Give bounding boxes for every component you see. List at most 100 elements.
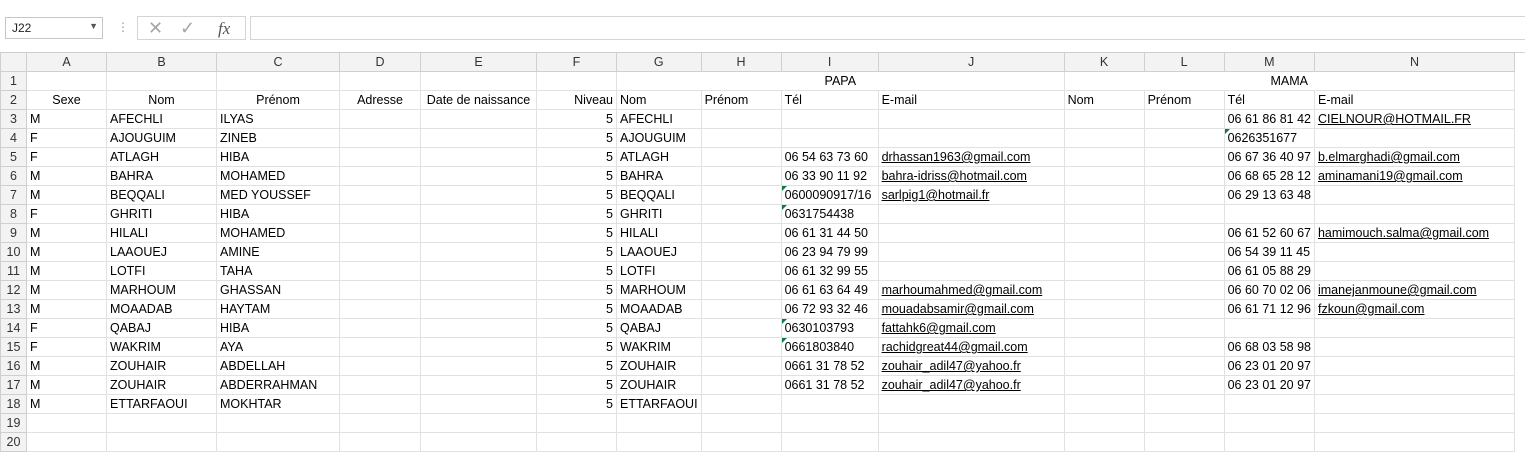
- cell[interactable]: [339, 375, 421, 395]
- cell[interactable]: [877, 394, 1065, 414]
- cell[interactable]: [1223, 394, 1315, 414]
- column-header[interactable]: M: [1223, 52, 1315, 72]
- header-cell[interactable]: Nom: [1063, 90, 1145, 110]
- insert-function-icon[interactable]: fx: [218, 19, 230, 39]
- cell[interactable]: 5: [536, 109, 617, 129]
- cell[interactable]: AMINE: [216, 242, 340, 262]
- cell[interactable]: LAAOUEJ: [616, 242, 702, 262]
- cell[interactable]: [700, 109, 782, 129]
- cell[interactable]: [106, 413, 217, 433]
- cell[interactable]: 06 61 63 64 49: [780, 280, 879, 300]
- cell[interactable]: [877, 223, 1065, 243]
- cell[interactable]: [1063, 109, 1145, 129]
- cell[interactable]: [1143, 261, 1225, 281]
- header-cell[interactable]: Nom: [106, 90, 217, 110]
- row-header[interactable]: 2: [0, 90, 27, 110]
- cell[interactable]: QABAJ: [106, 318, 217, 338]
- cell[interactable]: [420, 299, 537, 319]
- row-header[interactable]: 18: [0, 394, 27, 414]
- cell[interactable]: 06 54 63 73 60: [780, 147, 879, 167]
- cell[interactable]: AFECHLI: [616, 109, 702, 129]
- cell[interactable]: [1313, 128, 1515, 148]
- cell[interactable]: ATLAGH: [106, 147, 217, 167]
- cell[interactable]: F: [26, 204, 107, 224]
- cell[interactable]: ILYAS: [216, 109, 340, 129]
- cell[interactable]: BEQQALI: [106, 185, 217, 205]
- header-cell[interactable]: Prénom: [700, 90, 782, 110]
- cell[interactable]: [1063, 356, 1145, 376]
- cell[interactable]: [1063, 413, 1145, 433]
- cell[interactable]: [1063, 394, 1145, 414]
- cell[interactable]: ABDELLAH: [216, 356, 340, 376]
- row-header[interactable]: 3: [0, 109, 27, 129]
- cell[interactable]: WAKRIM: [616, 337, 702, 357]
- row-header[interactable]: 1: [0, 71, 27, 91]
- cell[interactable]: [339, 318, 421, 338]
- cell[interactable]: MOAADAB: [106, 299, 217, 319]
- cell[interactable]: [700, 261, 782, 281]
- column-header[interactable]: K: [1063, 52, 1145, 72]
- cell[interactable]: b.elmarghadi@gmail.com: [1313, 147, 1515, 167]
- cell[interactable]: MOAADAB: [616, 299, 702, 319]
- cell[interactable]: MED YOUSSEF: [216, 185, 340, 205]
- cell[interactable]: [1313, 318, 1515, 338]
- cell[interactable]: 0630103793: [780, 318, 879, 338]
- cell[interactable]: [1223, 432, 1315, 452]
- cell[interactable]: 5: [536, 337, 617, 357]
- header-cell[interactable]: Date de naissance: [420, 90, 537, 110]
- cell[interactable]: [216, 71, 340, 91]
- cell[interactable]: 5: [536, 204, 617, 224]
- row-header[interactable]: 14: [0, 318, 27, 338]
- cell[interactable]: AFECHLI: [106, 109, 217, 129]
- cell[interactable]: [1143, 280, 1225, 300]
- cell[interactable]: M: [26, 299, 107, 319]
- cell[interactable]: 5: [536, 128, 617, 148]
- cell[interactable]: [1143, 413, 1225, 433]
- cell[interactable]: MARHOUM: [616, 280, 702, 300]
- cell[interactable]: [420, 413, 537, 433]
- cell[interactable]: [1063, 166, 1145, 186]
- cell[interactable]: [420, 318, 537, 338]
- cell[interactable]: [106, 71, 217, 91]
- cell[interactable]: MARHOUM: [106, 280, 217, 300]
- cell[interactable]: 5: [536, 147, 617, 167]
- cell[interactable]: BEQQALI: [616, 185, 702, 205]
- header-cell[interactable]: Adresse: [339, 90, 421, 110]
- cell[interactable]: M: [26, 375, 107, 395]
- cell[interactable]: M: [26, 394, 107, 414]
- cell[interactable]: drhassan1963@gmail.com: [877, 147, 1065, 167]
- cell[interactable]: [1063, 261, 1145, 281]
- cell[interactable]: [877, 261, 1065, 281]
- cell[interactable]: [1063, 280, 1145, 300]
- cell[interactable]: HIBA: [216, 147, 340, 167]
- row-header[interactable]: 7: [0, 185, 27, 205]
- cell[interactable]: [1143, 299, 1225, 319]
- cell[interactable]: [877, 432, 1065, 452]
- cell[interactable]: MOHAMED: [216, 166, 340, 186]
- cell[interactable]: ZINEB: [216, 128, 340, 148]
- cell[interactable]: [1223, 413, 1315, 433]
- column-header[interactable]: G: [616, 52, 702, 72]
- cell[interactable]: 5: [536, 375, 617, 395]
- cell[interactable]: GHRITI: [106, 204, 217, 224]
- row-header[interactable]: 20: [0, 432, 27, 452]
- column-header[interactable]: B: [106, 52, 217, 72]
- cell[interactable]: rachidgreat44@gmail.com: [877, 337, 1065, 357]
- cell[interactable]: sarlpig1@hotmail.fr: [877, 185, 1065, 205]
- cell[interactable]: [536, 71, 617, 91]
- cell[interactable]: M: [26, 109, 107, 129]
- cell[interactable]: [1313, 185, 1515, 205]
- cell[interactable]: 06 72 93 32 46: [780, 299, 879, 319]
- chevron-down-icon[interactable]: ▼: [89, 21, 98, 31]
- column-header[interactable]: A: [26, 52, 107, 72]
- cell[interactable]: [339, 204, 421, 224]
- cell[interactable]: 06 23 94 79 99: [780, 242, 879, 262]
- cell[interactable]: M: [26, 166, 107, 186]
- header-cell[interactable]: Nom: [616, 90, 702, 110]
- cell[interactable]: [1063, 147, 1145, 167]
- row-header[interactable]: 15: [0, 337, 27, 357]
- cell[interactable]: 06 61 71 12 96: [1223, 299, 1315, 319]
- cell[interactable]: aminamani19@gmail.com: [1313, 166, 1515, 186]
- cell[interactable]: MOHAMED: [216, 223, 340, 243]
- cell[interactable]: [700, 318, 782, 338]
